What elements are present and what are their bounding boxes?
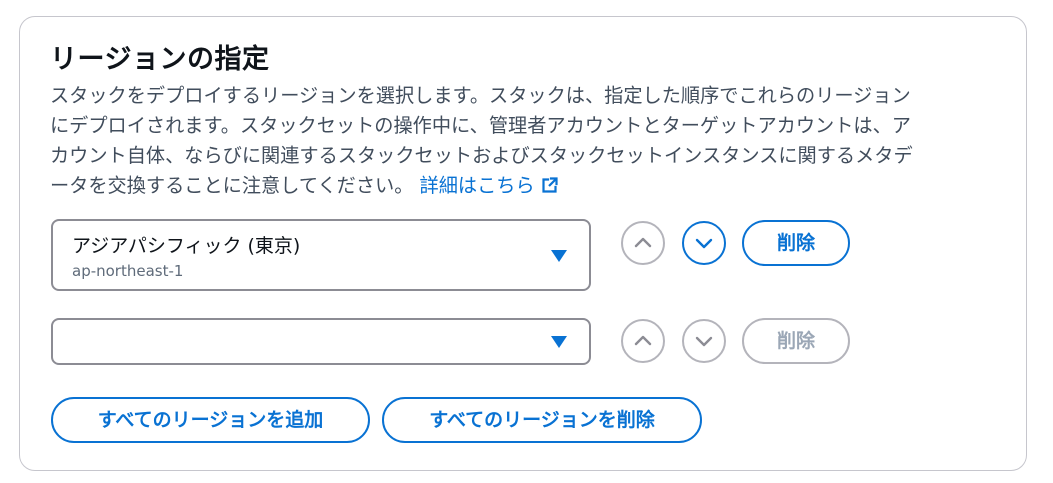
remove-region-button-1[interactable]: 削除 [742,220,850,266]
learn-more-link[interactable]: 詳細はこちら [420,174,559,197]
chevron-down-icon [695,336,713,347]
move-down-button-1[interactable] [682,221,726,265]
description-line: にデプロイされます。スタックセットの操作中に、管理者アカウントとターゲットアカウ… [50,114,911,137]
learn-more-link-text[interactable]: 詳細はこちら [420,174,535,197]
region-settings-panel: リージョンの指定 スタックをデプロイするリージョンを選択します。スタックは、指定… [19,16,1027,471]
chevron-down-icon [695,238,713,249]
region-select-label: アジアパシフィック (東京) [72,235,301,257]
section-description: スタックをデプロイするリージョンを選択します。スタックは、指定した順序でこれらの… [50,81,1005,201]
move-up-button-1[interactable] [621,221,665,265]
chevron-up-icon [634,237,652,248]
region-select-2[interactable] [51,318,591,365]
external-link-icon[interactable] [541,176,559,194]
description-line-last: ータを交換することに注意してください。 詳細はこちら [50,171,1005,201]
remove-all-regions-button[interactable]: すべてのリージョンを削除 [382,397,702,443]
region-select-1[interactable]: アジアパシフィック (東京) ap-northeast-1 [51,219,591,291]
description-line: カウント自体、ならびに関連するスタックセットおよびスタックセットインスタンスに関… [50,144,913,167]
remove-region-button-2[interactable]: 削除 [742,318,850,364]
caret-down-icon[interactable] [551,250,567,262]
move-up-button-2[interactable] [621,319,665,363]
add-all-regions-button[interactable]: すべてのリージョンを追加 [51,397,370,443]
caret-down-icon[interactable] [551,336,567,348]
description-line-text: ータを交換することに注意してください。 [50,174,414,197]
description-line: スタックをデプロイするリージョンを選択します。スタックは、指定した順序でこれらの… [50,84,911,107]
chevron-up-icon [634,335,652,346]
move-down-button-2[interactable] [682,319,726,363]
section-title: リージョンの指定 [50,44,270,75]
region-select-code: ap-northeast-1 [72,262,184,280]
